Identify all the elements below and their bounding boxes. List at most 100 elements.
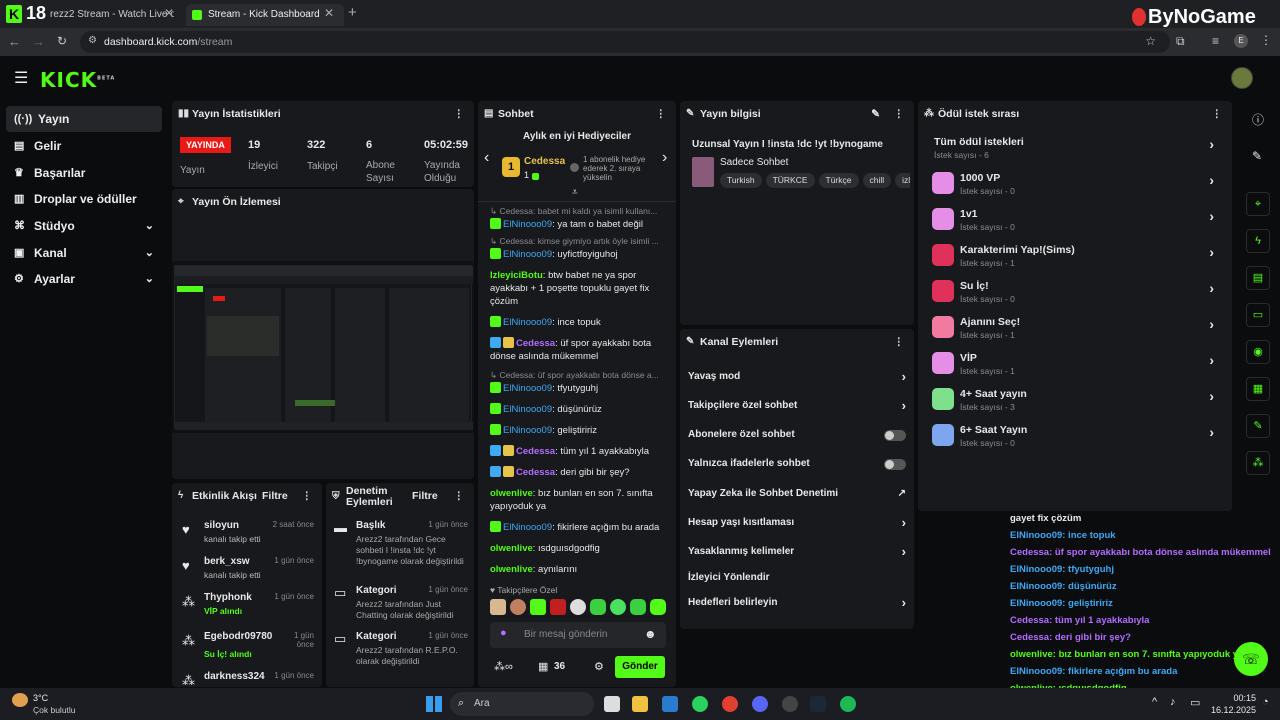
collapse-icon[interactable]: ⩡ <box>572 187 578 198</box>
reward-item[interactable]: Su İç! İstek sayısı - 0 › <box>932 278 1220 312</box>
action-subscribers-only[interactable]: Abonelere özel sohbet <box>688 425 908 445</box>
action-host[interactable]: İzleyici Yönlendir <box>688 568 908 588</box>
microphone-tray-icon[interactable]: ♪ <box>1170 696 1176 708</box>
rail-broadcast-button[interactable]: ◉ <box>1246 340 1270 364</box>
emote-icon[interactable] <box>550 599 566 615</box>
filter-button[interactable]: Filtre <box>412 491 438 502</box>
edit-icon[interactable]: ✎ <box>1252 149 1262 163</box>
whatsapp-icon[interactable] <box>692 696 708 712</box>
clock-time[interactable]: 00:15 <box>1222 693 1256 703</box>
tag-chip[interactable]: Turkish <box>720 173 762 188</box>
next-arrow-icon[interactable]: › <box>662 149 667 167</box>
browser-menu-icon[interactable]: ⋮ <box>1260 33 1272 47</box>
sidebar-item-yayin[interactable]: ((·)) Yayın <box>6 106 162 132</box>
rail-layout-button[interactable]: ▦ <box>1246 377 1270 401</box>
reward-item[interactable]: 4+ Saat yayın İstek sayısı - 3 › <box>932 386 1220 420</box>
preview-video[interactable] <box>172 261 474 433</box>
reward-item[interactable]: 1v1 İstek sayısı - 0 › <box>932 206 1220 240</box>
url-field[interactable]: ⚙ dashboard.kick.com/stream ☆ <box>80 31 1170 53</box>
chrome-icon[interactable] <box>722 696 738 712</box>
kick-logo[interactable]: KICKBETA <box>40 68 115 92</box>
more-icon[interactable]: ⋮ <box>454 101 465 127</box>
discord-icon[interactable] <box>752 696 768 712</box>
rail-preview-button[interactable]: ⌖ <box>1246 192 1270 216</box>
chat-input[interactable]: ● Bir mesaj gönderin ☻ <box>490 622 666 648</box>
sidebar-item-ayarlar[interactable]: ⚙ Ayarlar ⌄ <box>6 266 162 292</box>
stream-category[interactable]: Sadece Sohbet <box>720 157 788 168</box>
task-view-icon[interactable] <box>604 696 620 712</box>
tag-chip[interactable]: chill <box>862 173 892 188</box>
emote-icon[interactable] <box>510 599 526 615</box>
forward-icon[interactable]: → <box>32 34 45 49</box>
network-icon[interactable]: ▭ <box>1190 696 1200 709</box>
sidebar-item-droplar[interactable]: ▥ Droplar ve ödüller <box>6 186 162 212</box>
reward-item[interactable]: Ajanını Seç! İstek sayısı - 1 › <box>932 314 1220 348</box>
rail-activity-button[interactable]: ϟ <box>1246 229 1270 253</box>
tab-dashboard[interactable]: Stream - Kick Dashboard <box>186 4 344 26</box>
edit-icon[interactable]: ✎ <box>871 101 880 127</box>
emote-icon[interactable] <box>590 599 606 615</box>
tag-chip[interactable]: Türkçe <box>818 173 859 188</box>
reward-item[interactable]: 1000 VP İstek sayısı - 0 › <box>932 170 1220 204</box>
prev-arrow-icon[interactable]: ‹ <box>484 149 489 167</box>
tag-chip[interactable]: izle <box>895 173 910 188</box>
start-icon[interactable] <box>426 696 442 712</box>
sidebar-item-kanal[interactable]: ▣ Kanal ⌄ <box>6 240 162 266</box>
profile-avatar[interactable]: E <box>1234 34 1248 48</box>
rail-rewards-button[interactable]: ⁂ <box>1246 451 1270 475</box>
obs-icon[interactable] <box>782 696 798 712</box>
sidebar-item-studyo[interactable]: ⌘ Stüdyo ⌄ <box>6 213 162 239</box>
action-goals[interactable]: Hedefleri belirleyin › <box>688 593 908 613</box>
more-icon[interactable]: ⋮ <box>894 101 905 127</box>
send-button[interactable]: Gönder <box>615 656 665 678</box>
action-account-age[interactable]: Hesap yaşı kısıtlaması › <box>688 513 908 533</box>
more-icon[interactable]: ⋮ <box>656 101 667 127</box>
emote-icon[interactable] <box>490 599 506 615</box>
close-tab-icon[interactable]: ✕ <box>164 6 174 20</box>
more-icon[interactable]: ⋮ <box>1212 101 1223 127</box>
microphone-icon[interactable]: ● <box>500 627 507 639</box>
sidebar-item-basarilar[interactable]: ♛ Başarılar <box>6 160 162 186</box>
spotify-icon[interactable] <box>840 696 856 712</box>
action-slow-mode[interactable]: Yavaş mod › <box>688 367 908 387</box>
taskbar-search[interactable]: ⌕ Ara <box>450 692 594 716</box>
tag-chip[interactable]: TÜRKCE <box>765 173 815 188</box>
reward-all[interactable]: Tüm ödül istekleri İstek sayısı - 6 › <box>932 134 1220 168</box>
filter-button[interactable]: Filtre <box>262 483 288 509</box>
action-emote-only[interactable]: Yalnızca ifadelerle sohbet <box>688 454 908 474</box>
more-icon[interactable]: ⋮ <box>454 491 465 502</box>
action-ai-moderation[interactable]: Yapay Zeka ile Sohbet Denetimi ↗ <box>688 484 908 504</box>
toggle-switch[interactable] <box>884 459 906 470</box>
tray-chevron-icon[interactable]: ^ <box>1152 696 1157 708</box>
action-banned-words[interactable]: Yasaklanmış kelimeler › <box>688 542 908 562</box>
close-tab-icon[interactable]: ✕ <box>324 6 334 20</box>
site-info-icon[interactable]: ⚙ <box>88 35 97 46</box>
clock-date[interactable]: 16.12.2025 <box>1200 705 1256 715</box>
reward-item[interactable]: 6+ Saat Yayın İstek sayısı - 0 › <box>932 422 1220 456</box>
steam-icon[interactable] <box>810 696 826 712</box>
support-chat-button[interactable]: ☏ <box>1234 642 1268 676</box>
hamburger-menu-icon[interactable]: ☰ <box>14 68 28 88</box>
back-icon[interactable]: ← <box>8 34 21 49</box>
more-icon[interactable]: ⋮ <box>302 483 313 509</box>
bookmark-star-icon[interactable]: ☆ <box>1145 34 1156 48</box>
notification-icon[interactable]: ◔ <box>1262 696 1269 708</box>
toggle-switch[interactable] <box>884 430 906 441</box>
emote-icon[interactable] <box>630 599 646 615</box>
emote-icon[interactable] <box>530 599 546 615</box>
tab-kick-stream[interactable]: rezz2 Stream - Watch Live on <box>46 4 174 26</box>
points-icon[interactable]: ⁂∞ <box>494 660 513 673</box>
reading-list-icon[interactable]: ≡ <box>1212 34 1219 48</box>
sidebar-item-gelir[interactable]: ▤ Gelir <box>6 133 162 159</box>
info-icon[interactable]: ⓘ <box>1252 111 1264 128</box>
store-icon[interactable]: ▦ <box>538 660 548 673</box>
user-avatar[interactable] <box>1231 67 1253 89</box>
reload-icon[interactable]: ↻ <box>57 34 67 48</box>
more-icon[interactable]: ⋮ <box>894 329 905 355</box>
emoji-icon[interactable]: ☻ <box>644 627 657 641</box>
rail-tools-button[interactable]: ✎ <box>1246 414 1270 438</box>
reward-item[interactable]: Karakterimi Yap!(Sims) İstek sayısı - 1 › <box>932 242 1220 276</box>
emote-icon[interactable] <box>610 599 626 615</box>
rail-document-button[interactable]: ▤ <box>1246 266 1270 290</box>
chat-settings-icon[interactable]: ⚙ <box>594 660 604 673</box>
